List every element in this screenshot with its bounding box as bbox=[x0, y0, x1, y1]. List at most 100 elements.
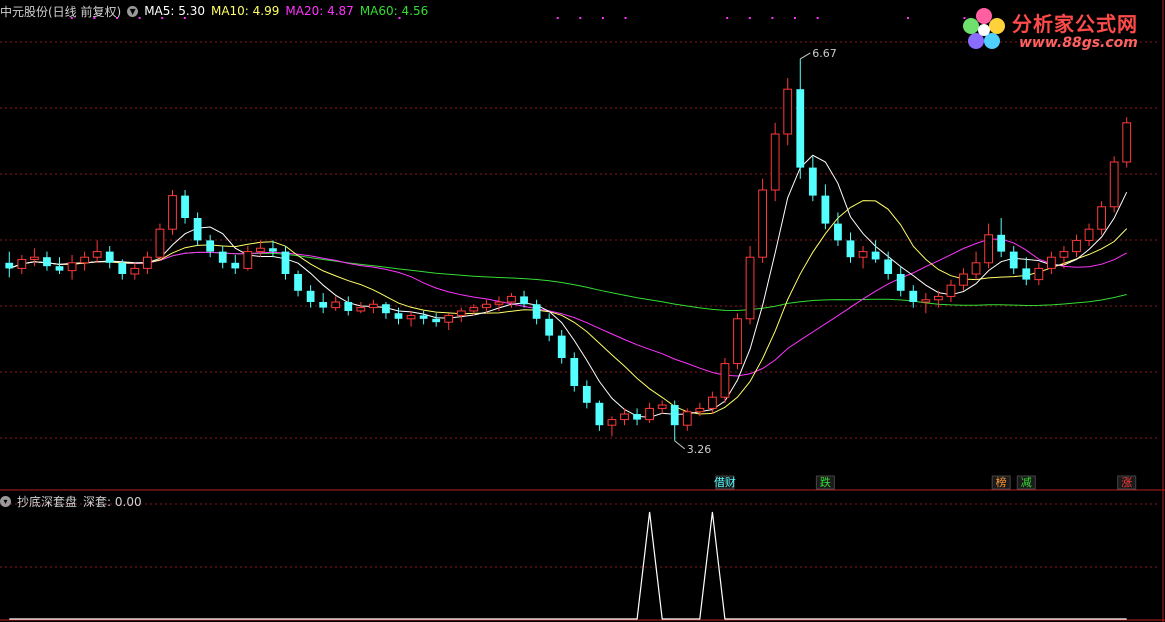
candle-body-down bbox=[570, 358, 579, 386]
candle-body-up bbox=[758, 189, 768, 258]
event-tag-label: 减 bbox=[1021, 476, 1032, 489]
candle-body-up bbox=[142, 256, 152, 269]
candle-body-down bbox=[796, 89, 805, 168]
candle-body-down bbox=[382, 304, 390, 314]
signal-dot bbox=[726, 17, 729, 19]
indicator-header: ▾ 抄底深套盘 深套: 0.00 bbox=[0, 493, 142, 509]
candle-body-up bbox=[858, 251, 868, 258]
candle-body-down bbox=[520, 296, 528, 305]
candle-body-up bbox=[507, 295, 516, 303]
annotation-pointer bbox=[800, 52, 811, 60]
candle-body-up bbox=[255, 247, 265, 253]
ma60-value: MA60: 4.56 bbox=[359, 4, 429, 18]
candle-body-up bbox=[645, 407, 655, 421]
candle-body-up bbox=[1122, 122, 1132, 163]
candle-body-down bbox=[432, 318, 441, 323]
candle-body-down bbox=[834, 223, 842, 241]
candle-body-up bbox=[368, 303, 378, 309]
candle-body-up bbox=[356, 307, 366, 312]
candle-body-down bbox=[821, 195, 830, 224]
candle-body-down bbox=[846, 240, 855, 258]
ma20-value: MA20: 4.87 bbox=[285, 4, 354, 18]
candle-body-down bbox=[633, 414, 641, 420]
signal-dot bbox=[907, 17, 909, 19]
stock-title[interactable]: 中元股份(日线 前复权) bbox=[0, 3, 121, 20]
candle-body-down bbox=[319, 302, 328, 308]
candle-body-up bbox=[1034, 267, 1044, 281]
candle-body-down bbox=[5, 262, 14, 269]
candle-body-up bbox=[1097, 206, 1107, 230]
candle-body-down bbox=[557, 335, 566, 358]
candle-body-up bbox=[67, 262, 77, 272]
chart-canvas: 6.67 3.26 借财 跌 榜 减 涨 bbox=[0, 0, 1165, 622]
candle-body-up bbox=[695, 407, 705, 413]
candle-body-up bbox=[770, 133, 780, 191]
candle-body-up bbox=[971, 262, 981, 275]
ma10-value: MA10: 4.99 bbox=[210, 4, 280, 18]
candle-body-up bbox=[745, 256, 755, 320]
candle-body-down bbox=[269, 248, 277, 252]
candle-body-up bbox=[1059, 251, 1069, 258]
candle-body-up bbox=[984, 234, 994, 264]
candle-body-up bbox=[168, 195, 177, 230]
signal-dot bbox=[624, 17, 627, 19]
candle-body-up bbox=[406, 314, 416, 320]
candle-body-up bbox=[1046, 256, 1056, 269]
candle-body-up bbox=[1072, 239, 1081, 253]
ma5-line bbox=[9, 154, 1128, 418]
signal-dot bbox=[794, 17, 796, 19]
candle-body-up bbox=[607, 419, 617, 426]
candle-body-up bbox=[657, 404, 667, 409]
event-tag-label: 借财 bbox=[714, 475, 736, 489]
chevron-down-icon[interactable]: ▾ bbox=[0, 495, 11, 507]
candle-body-up bbox=[17, 258, 27, 269]
indicator-value: 深套: 0.00 bbox=[83, 494, 142, 509]
candle-body-up bbox=[29, 256, 39, 260]
candle-body-up bbox=[682, 411, 692, 426]
signal-dot bbox=[601, 17, 604, 19]
candle-body-up bbox=[959, 273, 968, 286]
logo-brand-text: 分析家公式网 bbox=[1012, 12, 1138, 36]
candle-body-down bbox=[105, 251, 114, 263]
candle-body-up bbox=[494, 301, 504, 305]
candle-body-up bbox=[331, 301, 341, 309]
chevron-down-icon[interactable]: ▾ bbox=[127, 5, 139, 17]
candle-body-up bbox=[707, 396, 717, 409]
candle-body-up bbox=[243, 251, 253, 269]
candle-body-down bbox=[1009, 251, 1018, 269]
ma20-line bbox=[9, 238, 1127, 377]
candle-body-up bbox=[946, 284, 956, 297]
candle-body-up bbox=[720, 363, 730, 398]
ma60-line bbox=[9, 251, 1127, 312]
candle-body-up bbox=[1084, 228, 1094, 241]
high-price-label: 6.67 bbox=[812, 47, 837, 60]
candle-body-down bbox=[281, 251, 290, 274]
candle-body-up bbox=[733, 318, 742, 365]
candle-body-down bbox=[419, 315, 428, 319]
candle-body-up bbox=[155, 228, 165, 258]
candle-body-up bbox=[444, 314, 454, 323]
event-tag-label: 跌 bbox=[820, 475, 831, 489]
signal-dot bbox=[748, 17, 751, 19]
candle-body-down bbox=[884, 259, 893, 274]
indicator-name[interactable]: 抄底深套盘 bbox=[17, 493, 77, 510]
candle-body-up bbox=[783, 88, 793, 135]
flower-logo-icon bbox=[963, 8, 1005, 49]
candle-body-down bbox=[294, 274, 302, 291]
candle-body-down bbox=[808, 167, 817, 196]
candle-body-up bbox=[92, 251, 102, 258]
candle-body-up bbox=[80, 256, 90, 264]
chart-frame: 6.67 3.26 借财 跌 榜 减 涨 bbox=[0, 0, 1165, 622]
candle-body-up bbox=[933, 295, 943, 301]
candle-body-down bbox=[181, 195, 189, 218]
candle-body-up bbox=[469, 307, 479, 312]
candle-body-down bbox=[871, 251, 880, 260]
candle-body-down bbox=[582, 386, 591, 403]
signal-dot bbox=[556, 17, 559, 19]
candle-body-down bbox=[670, 405, 679, 426]
candle-body-up bbox=[620, 413, 629, 421]
ma5-value: MA5: 5.30 bbox=[144, 4, 205, 18]
candle-body-down bbox=[55, 266, 64, 271]
main-chart-header: 中元股份(日线 前复权) ▾ MA5: 5.30 MA10: 4.99 MA20… bbox=[0, 2, 428, 20]
candle-body-down bbox=[118, 262, 127, 274]
